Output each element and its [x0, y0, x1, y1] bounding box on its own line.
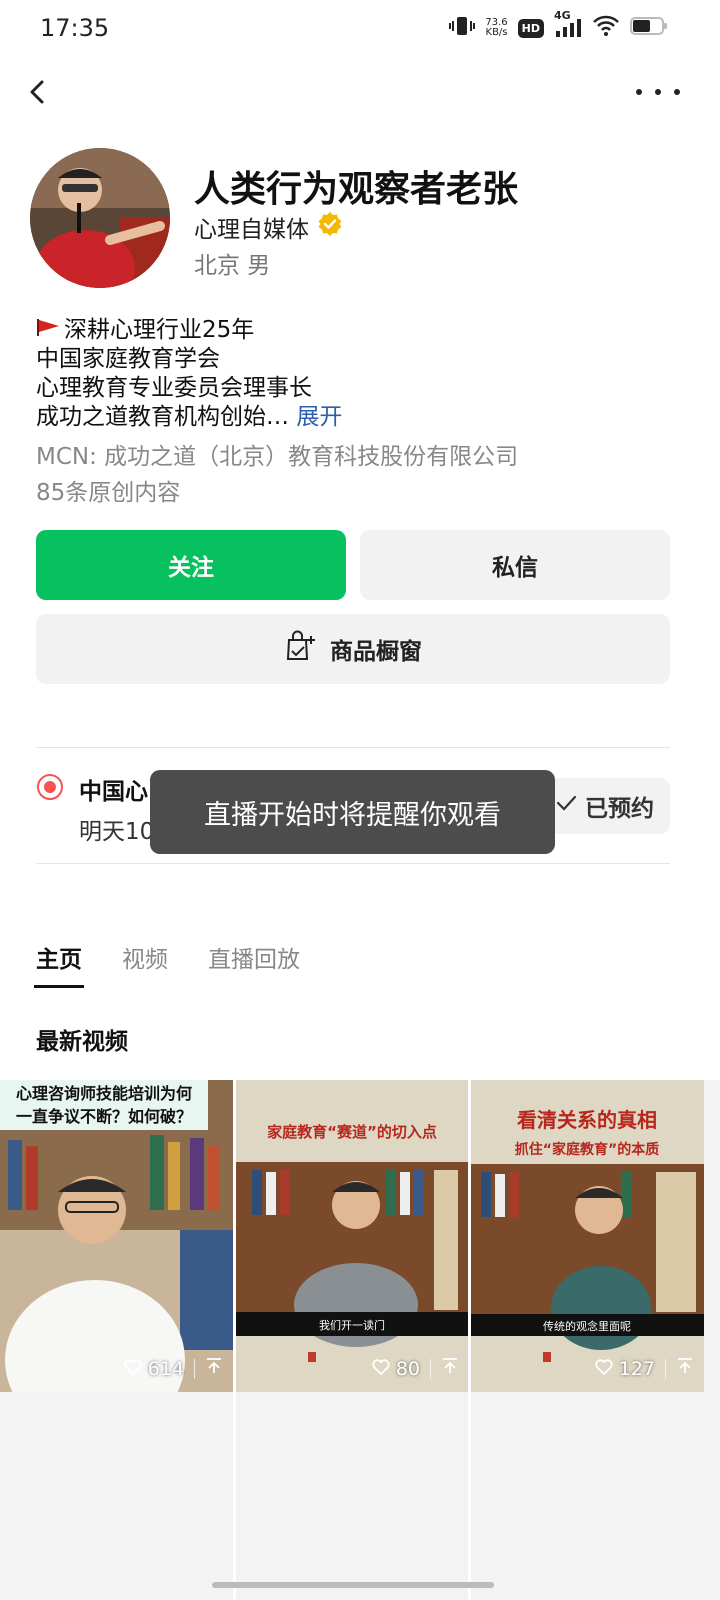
heart-icon: [372, 1358, 390, 1380]
profile-category: 心理自媒体: [194, 210, 343, 244]
heart-icon: [595, 1358, 613, 1380]
video-grid: 心理咨询师技能培训为何 一直争议不断？如何破？ 614 家庭教育“赛道”的切入点…: [0, 1080, 720, 1600]
grid-gap: [468, 1080, 471, 1600]
top-nav: [0, 64, 720, 120]
profile-bio: 深耕心理行业25年 中国家庭教育学会 心理教育专业委员会理事长 成功之道教育机构…: [36, 316, 686, 432]
more-dots-icon: [636, 89, 642, 95]
status-time: 17:35: [40, 14, 110, 42]
battery-icon: [630, 15, 668, 41]
divider: [36, 863, 670, 864]
video-subtitle: 传统的观念里面呢: [543, 1319, 631, 1333]
verified-badge-icon: [317, 211, 343, 243]
follow-button[interactable]: 关注: [36, 530, 346, 600]
pin-top-icon[interactable]: [676, 1357, 694, 1380]
red-flag-icon: [36, 316, 60, 345]
bio-expand-link[interactable]: 展开: [296, 404, 342, 430]
signal-icon: 4G: [554, 9, 582, 39]
divider: [36, 747, 670, 748]
video-stats: 80: [372, 1357, 459, 1380]
hd-badge: HD: [517, 18, 544, 38]
video-stats: 614: [124, 1357, 223, 1380]
heart-icon: [124, 1358, 142, 1380]
net-speed: 73.6 KB/s: [485, 17, 508, 38]
profile-tabs: 主页 视频 直播回放: [34, 940, 300, 988]
shop-window-button[interactable]: 商品橱窗: [36, 614, 670, 684]
profile-location-gender: 北京 男: [194, 253, 271, 279]
avatar[interactable]: [30, 148, 170, 288]
bio-line: 成功之道教育机构创始… 展开: [36, 404, 343, 430]
check-icon: [555, 792, 577, 820]
pin-top-icon[interactable]: [441, 1357, 459, 1380]
like-count: 614: [147, 1357, 184, 1380]
live-time: 明天10: [79, 819, 155, 845]
video-card[interactable]: 看清关系的真相 抓住“家庭教育”的本质 传统的观念里面呢 127: [471, 1080, 704, 1392]
video-caption-line: 看清关系的真相: [517, 1108, 657, 1132]
home-indicator[interactable]: [212, 1582, 494, 1588]
tab-videos[interactable]: 视频: [122, 940, 168, 988]
original-content-count[interactable]: 85条原创内容: [36, 473, 180, 507]
bio-line: 深耕心理行业25年: [36, 316, 686, 345]
more-button[interactable]: [636, 78, 680, 106]
video-caption-line: 一直争议不断？如何破？: [16, 1107, 192, 1126]
like-count: 80: [395, 1357, 420, 1380]
reserved-button[interactable]: 已预约: [540, 778, 670, 834]
video-caption-line: 家庭教育“赛道”的切入点: [267, 1123, 437, 1141]
mcn-info: MCN: 成功之道（北京）教育科技股份有限公司: [36, 444, 519, 470]
video-thumbnail: 心理咨询师技能培训为何 一直争议不断？如何破？: [0, 1080, 233, 1392]
back-button[interactable]: [18, 72, 58, 112]
video-subtitle: 我们开一读门: [319, 1318, 385, 1332]
bio-line: 中国家庭教育学会: [36, 346, 220, 372]
video-caption-line: 心理咨询师技能培训为何: [16, 1084, 192, 1103]
like-count: 127: [618, 1357, 655, 1380]
profile-name: 人类行为观察者老张: [194, 169, 519, 210]
video-card[interactable]: 心理咨询师技能培训为何 一直争议不断？如何破？ 614: [0, 1080, 233, 1392]
vibrate-icon: [449, 15, 476, 41]
section-title: 最新视频: [36, 1029, 128, 1055]
shop-window-label: 商品橱窗: [330, 639, 422, 665]
shopping-bag-icon: [284, 629, 318, 669]
pin-top-icon[interactable]: [205, 1357, 223, 1380]
video-thumbnail: 家庭教育“赛道”的切入点 我们开一读门: [236, 1080, 469, 1392]
status-icons: 73.6 KB/s HD 4G: [449, 9, 668, 42]
live-record-icon: [37, 774, 63, 800]
video-thumbnail: 看清关系的真相 抓住“家庭教育”的本质 传统的观念里面呢: [471, 1080, 704, 1392]
message-button[interactable]: 私信: [360, 530, 670, 600]
status-bar: 17:35 73.6 KB/s HD 4G: [0, 0, 720, 56]
video-caption-line: 抓住“家庭教育”的本质: [515, 1141, 659, 1158]
wifi-icon: [592, 15, 620, 41]
grid-gap: [233, 1080, 236, 1600]
bio-line: 心理教育专业委员会理事长: [36, 375, 312, 401]
video-card[interactable]: 家庭教育“赛道”的切入点 我们开一读门 80: [236, 1080, 469, 1392]
video-stats: 127: [595, 1357, 694, 1380]
tab-live-replay[interactable]: 直播回放: [208, 940, 300, 988]
tab-home[interactable]: 主页: [34, 940, 84, 988]
live-title[interactable]: 中国心: [79, 772, 159, 806]
chevron-left-icon: [30, 80, 44, 104]
toast-message: 直播开始时将提醒你观看: [150, 770, 555, 854]
